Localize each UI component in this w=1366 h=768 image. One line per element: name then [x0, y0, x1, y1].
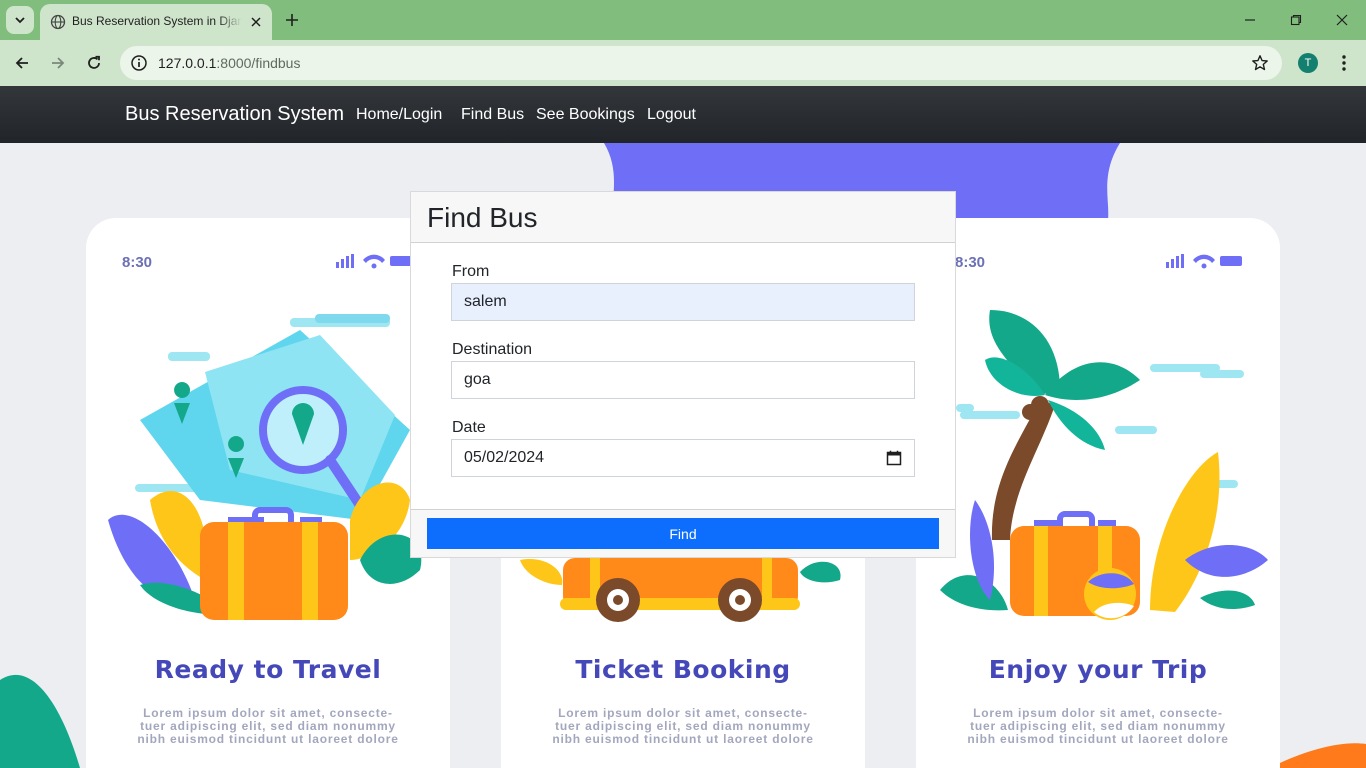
find-button[interactable]: Find [427, 518, 939, 549]
site-info-icon[interactable] [126, 50, 152, 76]
close-window-icon[interactable] [1322, 4, 1362, 36]
profile-avatar[interactable]: T [1298, 53, 1318, 73]
destination-label: Destination [452, 341, 533, 358]
form-title: Find Bus [427, 202, 538, 233]
back-arrow-icon[interactable] [8, 49, 36, 77]
browser-tab-active[interactable]: Bus Reservation System in Django [40, 4, 272, 40]
find-bus-form: Find Bus From salem Destination goa Date… [410, 191, 956, 558]
phone-time-card-3: 8:30 [955, 254, 986, 271]
calendar-icon[interactable] [886, 450, 902, 466]
reload-icon[interactable] [80, 49, 108, 77]
form-footer: Find [411, 509, 955, 557]
minimize-icon[interactable] [1230, 4, 1270, 36]
navbar-brand[interactable]: Bus Reservation System [125, 103, 344, 126]
form-header: Find Bus [411, 192, 955, 243]
browser-tab-strip: Bus Reservation System in Django [0, 0, 1366, 40]
nav-link-home-login[interactable]: Home/Login [356, 106, 442, 124]
card-ready-to-travel: Ready to Travel Lorem ipsum dolor sit am… [86, 655, 450, 746]
restore-icon[interactable] [1276, 4, 1316, 36]
nav-link-logout[interactable]: Logout [647, 106, 696, 124]
tab-title: Bus Reservation System in Django [72, 14, 242, 28]
app-navbar: Bus Reservation System Home/Login Find B… [0, 86, 1366, 143]
close-tab-icon[interactable] [246, 12, 266, 32]
forward-arrow-icon[interactable] [44, 49, 72, 77]
nav-link-see-bookings[interactable]: See Bookings [536, 106, 635, 124]
card-heading: Ticket Booking [575, 655, 791, 684]
new-tab-icon[interactable] [280, 8, 304, 32]
address-bar[interactable]: 127.0.0.1:8000/findbus [120, 46, 1282, 80]
chevron-down-icon [15, 17, 25, 24]
browser-toolbar: 127.0.0.1:8000/findbus T [0, 40, 1366, 86]
url-text[interactable]: 127.0.0.1:8000/findbus [158, 55, 300, 71]
destination-input[interactable]: goa [451, 361, 915, 399]
url-host: 127.0.0.1 [158, 55, 217, 71]
from-input[interactable]: salem [451, 283, 915, 321]
destination-value: goa [464, 371, 491, 388]
bookmark-star-icon[interactable] [1248, 51, 1272, 75]
from-label: From [452, 263, 490, 280]
url-path: :8000/findbus [216, 55, 301, 71]
card-ticket-booking: Ticket Booking Lorem ipsum dolor sit ame… [501, 655, 865, 746]
more-menu-icon[interactable] [1334, 51, 1354, 75]
from-value: salem [464, 293, 507, 310]
date-input[interactable]: 05/02/2024 [451, 439, 915, 477]
card-heading: Ready to Travel [154, 655, 382, 684]
card-enjoy-your-trip: Enjoy your Trip Lorem ipsum dolor sit am… [916, 655, 1280, 746]
card-body-line: nibh euismod tincidunt ut laoreet dolore [967, 732, 1229, 746]
date-label: Date [452, 419, 486, 436]
tab-search-button[interactable] [6, 6, 34, 34]
nav-link-find-bus[interactable]: Find Bus [461, 106, 524, 124]
card-heading: Enjoy your Trip [988, 655, 1208, 684]
globe-icon [50, 14, 66, 30]
card-body-line: nibh euismod tincidunt ut laoreet dolore [552, 732, 814, 746]
phone-time-card-1: 8:30 [122, 254, 153, 271]
card-body-line: nibh euismod tincidunt ut laoreet dolore [137, 732, 399, 746]
date-value: 05/02/2024 [464, 449, 545, 466]
